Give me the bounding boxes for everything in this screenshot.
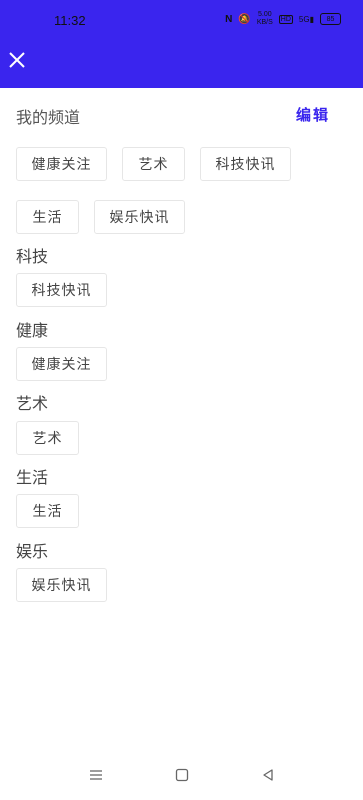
edit-button[interactable]: 编辑 (296, 104, 330, 125)
system-nav-bar (0, 760, 363, 800)
signal-label: 5G (298, 14, 310, 24)
back-triangle-icon[interactable] (260, 767, 276, 787)
header-bar: 11:32 N 🔕 5.00 KB/S HD 5G▮ 85 (0, 0, 363, 88)
category-chip[interactable]: 生活 (16, 494, 79, 528)
status-bar: 11:32 N 🔕 5.00 KB/S HD 5G▮ 85 (0, 0, 363, 40)
category-title: 科技 (16, 247, 49, 266)
hd-badge: HD (278, 14, 293, 24)
net-speed: 5.00 KB/S (257, 11, 273, 27)
net-speed-unit: KB/S (256, 19, 273, 26)
category-chip[interactable]: 娱乐快讯 (16, 568, 107, 602)
battery-level: 85 (326, 15, 335, 23)
home-square-icon[interactable] (174, 767, 190, 787)
signal-icon: 5G▮ (298, 14, 314, 24)
category-title: 健康 (16, 321, 49, 340)
category-title: 生活 (16, 468, 49, 487)
battery-icon: 85 (320, 13, 341, 25)
menu-icon[interactable] (88, 767, 104, 787)
nfc-icon: N (225, 13, 233, 25)
my-channels-title: 我的频道 (16, 108, 81, 127)
my-channel-chip[interactable]: 生活 (16, 200, 79, 234)
category-chip[interactable]: 科技快讯 (16, 273, 107, 307)
close-icon[interactable] (8, 51, 26, 69)
category-chip[interactable]: 健康关注 (16, 347, 107, 381)
my-channel-chip[interactable]: 健康关注 (16, 147, 107, 181)
my-channel-chip[interactable]: 科技快讯 (200, 147, 291, 181)
category-chip[interactable]: 艺术 (16, 421, 79, 455)
net-speed-value: 5.00 (258, 11, 272, 18)
category-title: 艺术 (16, 394, 49, 413)
status-time: 11:32 (54, 13, 86, 28)
category-title: 娱乐 (16, 542, 49, 561)
my-channel-chip[interactable]: 艺术 (122, 147, 185, 181)
status-icons: N 🔕 5.00 KB/S HD 5G▮ 85 (225, 11, 341, 27)
my-channel-chip[interactable]: 娱乐快讯 (94, 200, 185, 234)
bell-off-icon: 🔕 (238, 13, 251, 25)
